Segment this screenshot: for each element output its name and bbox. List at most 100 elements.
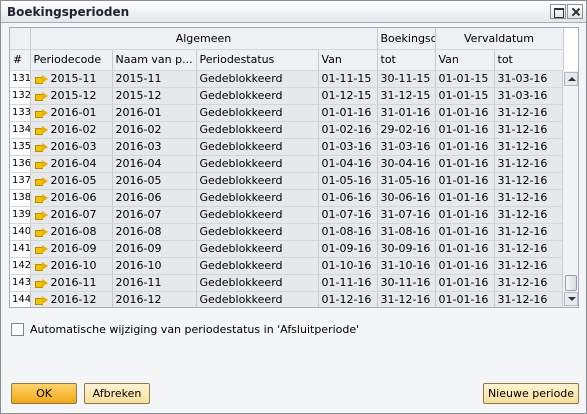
arrow-right-icon[interactable] bbox=[34, 176, 48, 186]
period-code-cell[interactable]: 2016-12 bbox=[30, 291, 113, 307]
period-code-cell[interactable]: 2015-11 bbox=[30, 70, 113, 88]
table-row[interactable]: 139 2016-07 2016-07 Gedeblokkeerd 01-07-16 31… bbox=[10, 206, 564, 224]
due-to-cell[interactable]: 31-12-16 bbox=[494, 257, 564, 275]
ok-button[interactable]: OK bbox=[11, 383, 77, 404]
period-status-cell[interactable]: Gedeblokkeerd bbox=[196, 138, 319, 156]
row-number[interactable]: 135 bbox=[10, 138, 31, 156]
posting-from-cell[interactable]: 01-04-16 bbox=[318, 155, 378, 173]
table-row[interactable]: 137 2016-05 2016-05 Gedeblokkeerd 01-05-16 31… bbox=[10, 172, 564, 190]
table-row[interactable]: 136 2016-04 2016-04 Gedeblokkeerd 01-04-16 30… bbox=[10, 155, 564, 173]
col-header-period-name[interactable]: Naam van p... bbox=[112, 49, 197, 71]
period-name-cell[interactable]: 2016-12 bbox=[112, 291, 197, 307]
period-code-cell[interactable]: 2016-07 bbox=[30, 206, 113, 224]
col-header-num[interactable]: # bbox=[10, 49, 31, 71]
arrow-right-icon[interactable] bbox=[34, 74, 48, 84]
period-status-cell[interactable]: Gedeblokkeerd bbox=[196, 155, 319, 173]
arrow-right-icon[interactable] bbox=[34, 108, 48, 118]
period-code-cell[interactable]: 2016-06 bbox=[30, 189, 113, 207]
arrow-right-icon[interactable] bbox=[34, 244, 48, 254]
posting-from-cell[interactable]: 01-03-16 bbox=[318, 138, 378, 156]
due-to-cell[interactable]: 31-12-16 bbox=[494, 189, 564, 207]
arrow-right-icon[interactable] bbox=[34, 295, 48, 305]
due-to-cell[interactable]: 31-12-16 bbox=[494, 172, 564, 190]
col-header-due-from[interactable]: Van bbox=[435, 49, 495, 71]
period-code-cell[interactable]: 2016-01 bbox=[30, 104, 113, 122]
row-number[interactable]: 142 bbox=[10, 257, 31, 275]
row-number[interactable]: 144 bbox=[10, 291, 31, 307]
due-to-cell[interactable]: 31-03-16 bbox=[494, 70, 564, 88]
posting-from-cell[interactable]: 01-12-16 bbox=[318, 291, 378, 307]
due-from-cell[interactable]: 01-01-15 bbox=[435, 87, 495, 105]
period-status-cell[interactable]: Gedeblokkeerd bbox=[196, 70, 319, 88]
period-code-cell[interactable]: 2016-09 bbox=[30, 240, 113, 258]
arrow-right-icon[interactable] bbox=[34, 227, 48, 237]
period-name-cell[interactable]: 2015-11 bbox=[112, 70, 197, 88]
row-number[interactable]: 140 bbox=[10, 223, 31, 241]
posting-from-cell[interactable]: 01-11-15 bbox=[318, 70, 378, 88]
row-number[interactable]: 131 bbox=[10, 70, 31, 88]
posting-to-cell[interactable]: 31-05-16 bbox=[377, 172, 436, 190]
table-row[interactable]: 144 2016-12 2016-12 Gedeblokkeerd 01-12-16 31… bbox=[10, 291, 564, 307]
row-number[interactable]: 136 bbox=[10, 155, 31, 173]
arrow-right-icon[interactable] bbox=[34, 142, 48, 152]
table-row[interactable]: 132 2015-12 2015-12 Gedeblokkeerd 01-12-15 31… bbox=[10, 87, 564, 105]
table-row[interactable]: 134 2016-02 2016-02 Gedeblokkeerd 01-02-16 29… bbox=[10, 121, 564, 139]
due-from-cell[interactable]: 01-01-16 bbox=[435, 291, 495, 307]
due-to-cell[interactable]: 31-12-16 bbox=[494, 138, 564, 156]
posting-to-cell[interactable]: 31-03-16 bbox=[377, 138, 436, 156]
period-code-cell[interactable]: 2016-04 bbox=[30, 155, 113, 173]
posting-to-cell[interactable]: 31-08-16 bbox=[377, 223, 436, 241]
period-status-cell[interactable]: Gedeblokkeerd bbox=[196, 87, 319, 105]
table-row[interactable]: 143 2016-11 2016-11 Gedeblokkeerd 01-11-16 30… bbox=[10, 274, 564, 292]
scroll-up-icon[interactable] bbox=[564, 72, 578, 86]
due-from-cell[interactable]: 01-01-16 bbox=[435, 121, 495, 139]
new-period-button[interactable]: Nieuwe periode bbox=[483, 383, 579, 404]
row-number[interactable]: 141 bbox=[10, 240, 31, 258]
due-from-cell[interactable]: 01-01-16 bbox=[435, 223, 495, 241]
scroll-thumb[interactable] bbox=[565, 275, 577, 291]
due-to-cell[interactable]: 31-12-16 bbox=[494, 240, 564, 258]
table-row[interactable]: 133 2016-01 2016-01 Gedeblokkeerd 01-01-16 31… bbox=[10, 104, 564, 122]
posting-from-cell[interactable]: 01-10-16 bbox=[318, 257, 378, 275]
posting-to-cell[interactable]: 30-09-16 bbox=[377, 240, 436, 258]
period-name-cell[interactable]: 2016-06 bbox=[112, 189, 197, 207]
due-from-cell[interactable]: 01-01-16 bbox=[435, 189, 495, 207]
col-header-posting-to[interactable]: tot bbox=[377, 49, 436, 71]
period-name-cell[interactable]: 2016-02 bbox=[112, 121, 197, 139]
posting-to-cell[interactable]: 31-12-15 bbox=[377, 87, 436, 105]
period-status-cell[interactable]: Gedeblokkeerd bbox=[196, 223, 319, 241]
due-from-cell[interactable]: 01-01-16 bbox=[435, 257, 495, 275]
period-status-cell[interactable]: Gedeblokkeerd bbox=[196, 172, 319, 190]
period-name-cell[interactable]: 2016-07 bbox=[112, 206, 197, 224]
due-from-cell[interactable]: 01-01-16 bbox=[435, 138, 495, 156]
period-status-cell[interactable]: Gedeblokkeerd bbox=[196, 206, 319, 224]
table-row[interactable]: 131 2015-11 2015-11 Gedeblokkeerd 01-11-15 30… bbox=[10, 70, 564, 88]
vertical-scrollbar[interactable] bbox=[562, 71, 578, 307]
period-status-cell[interactable]: Gedeblokkeerd bbox=[196, 240, 319, 258]
auto-status-change-option[interactable]: Automatische wijziging van periodestatus… bbox=[11, 322, 359, 336]
col-header-period-status[interactable]: Periodestatus bbox=[196, 49, 319, 71]
table-row[interactable]: 141 2016-09 2016-09 Gedeblokkeerd 01-09-16 30… bbox=[10, 240, 564, 258]
due-from-cell[interactable]: 01-01-16 bbox=[435, 104, 495, 122]
posting-from-cell[interactable]: 01-08-16 bbox=[318, 223, 378, 241]
due-to-cell[interactable]: 31-12-16 bbox=[494, 291, 564, 307]
arrow-right-icon[interactable] bbox=[34, 91, 48, 101]
arrow-right-icon[interactable] bbox=[34, 261, 48, 271]
period-code-cell[interactable]: 2016-10 bbox=[30, 257, 113, 275]
due-to-cell[interactable]: 31-12-16 bbox=[494, 155, 564, 173]
col-header-period-code[interactable]: Periodecode bbox=[30, 49, 113, 71]
posting-to-cell[interactable]: 31-10-16 bbox=[377, 257, 436, 275]
posting-to-cell[interactable]: 30-11-15 bbox=[377, 70, 436, 88]
arrow-right-icon[interactable] bbox=[34, 159, 48, 169]
period-name-cell[interactable]: 2016-08 bbox=[112, 223, 197, 241]
auto-status-change-checkbox[interactable] bbox=[11, 322, 24, 336]
period-code-cell[interactable]: 2015-12 bbox=[30, 87, 113, 105]
due-to-cell[interactable]: 31-12-16 bbox=[494, 206, 564, 224]
maximize-icon[interactable] bbox=[550, 4, 566, 19]
posting-from-cell[interactable]: 01-05-16 bbox=[318, 172, 378, 190]
period-name-cell[interactable]: 2016-04 bbox=[112, 155, 197, 173]
period-code-cell[interactable]: 2016-05 bbox=[30, 172, 113, 190]
row-number[interactable]: 139 bbox=[10, 206, 31, 224]
arrow-right-icon[interactable] bbox=[34, 125, 48, 135]
due-from-cell[interactable]: 01-01-15 bbox=[435, 70, 495, 88]
